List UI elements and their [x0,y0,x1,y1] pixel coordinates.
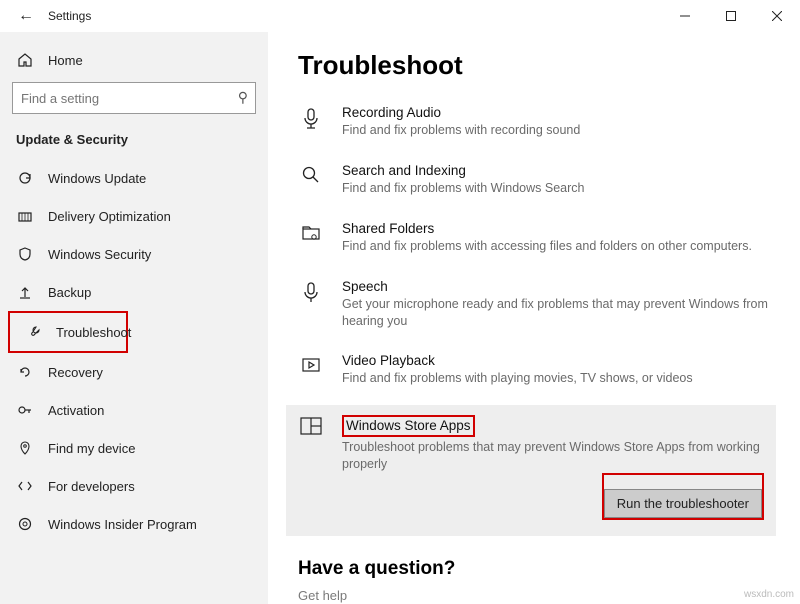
main-content: Troubleshoot Recording Audio Find and fi… [268,32,800,604]
ts-desc: Find and fix problems with Windows Searc… [342,180,772,197]
ts-name: Speech [342,279,772,294]
sidebar-item-windows-update[interactable]: Windows Update [0,159,268,197]
sidebar-item-label: Delivery Optimization [48,209,171,224]
sidebar-item-label: Find my device [48,441,135,456]
microphone-icon [298,279,324,330]
ts-desc: Find and fix problems with recording sou… [342,122,772,139]
get-help-link[interactable]: Get help [298,588,772,603]
ts-desc: Get your microphone ready and fix proble… [342,296,772,330]
sidebar-item-label: Recovery [48,365,103,380]
ts-name: Video Playback [342,353,772,368]
watermark: wsxdn.com [744,589,794,600]
insider-icon [16,516,34,532]
mic-icon [298,105,324,139]
search-input[interactable]: ⚲ [12,82,256,114]
troubleshoot-item-recording-audio[interactable]: Recording Audio Find and fix problems wi… [298,95,772,153]
sidebar-item-label: For developers [48,479,135,494]
sidebar-item-troubleshoot[interactable]: Troubleshoot [8,311,128,353]
sidebar-item-insider[interactable]: Windows Insider Program [0,505,268,543]
minimize-button[interactable] [662,0,708,32]
key-icon [16,402,34,418]
sidebar-item-recovery[interactable]: Recovery [0,353,268,391]
ts-name: Shared Folders [342,221,772,236]
search-icon: ⚲ [238,89,248,106]
sidebar-item-label: Windows Update [48,171,146,186]
ts-name: Recording Audio [342,105,772,120]
ts-desc: Troubleshoot problems that may prevent W… [342,439,764,473]
sidebar-item-windows-security[interactable]: Windows Security [0,235,268,273]
sidebar: Home ⚲ Update & Security Windows Update … [0,32,268,604]
sidebar-item-label: Windows Security [48,247,151,262]
sidebar-item-activation[interactable]: Activation [0,391,268,429]
code-icon [16,478,34,494]
window-title: Settings [40,9,91,23]
ts-name: Search and Indexing [342,163,772,178]
page-title: Troubleshoot [298,50,772,81]
location-icon [16,440,34,456]
troubleshoot-item-shared-folders[interactable]: Shared Folders Find and fix problems wit… [298,211,772,269]
sidebar-item-for-developers[interactable]: For developers [0,467,268,505]
sidebar-item-label: Activation [48,403,104,418]
sidebar-item-find-my-device[interactable]: Find my device [0,429,268,467]
home-label: Home [48,53,83,68]
sidebar-group-title: Update & Security [0,132,268,159]
troubleshoot-item-video-playback[interactable]: Video Playback Find and fix problems wit… [298,343,772,401]
apps-icon [298,415,324,473]
troubleshoot-item-speech[interactable]: Speech Get your microphone ready and fix… [298,269,772,344]
sync-icon [16,170,34,186]
home-icon [16,52,34,68]
troubleshoot-item-windows-store-apps[interactable]: Windows Store Apps Troubleshoot problems… [286,405,776,536]
question-heading: Have a question? [298,558,772,580]
sidebar-item-label: Backup [48,285,91,300]
delivery-icon [16,208,34,224]
sidebar-item-backup[interactable]: Backup [0,273,268,311]
sidebar-item-label: Troubleshoot [56,325,131,340]
search-icon [298,163,324,197]
ts-desc: Find and fix problems with playing movie… [342,370,772,387]
sidebar-item-label: Windows Insider Program [48,517,197,532]
ts-desc: Find and fix problems with accessing fil… [342,238,772,255]
maximize-button[interactable] [708,0,754,32]
search-field[interactable] [12,82,256,114]
troubleshoot-item-search[interactable]: Search and Indexing Find and fix problem… [298,153,772,211]
sidebar-item-delivery-optimization[interactable]: Delivery Optimization [0,197,268,235]
video-icon [298,353,324,387]
run-troubleshooter-button[interactable]: Run the troubleshooter [604,489,762,518]
back-icon[interactable]: ← [12,7,40,25]
ts-name: Windows Store Apps [346,418,471,433]
folder-icon [298,221,324,255]
wrench-icon [26,324,42,340]
close-button[interactable] [754,0,800,32]
titlebar: ← Settings [0,0,800,32]
shield-icon [16,246,34,262]
backup-icon [16,284,34,300]
sidebar-item-home[interactable]: Home [0,44,268,82]
recovery-icon [16,364,34,380]
